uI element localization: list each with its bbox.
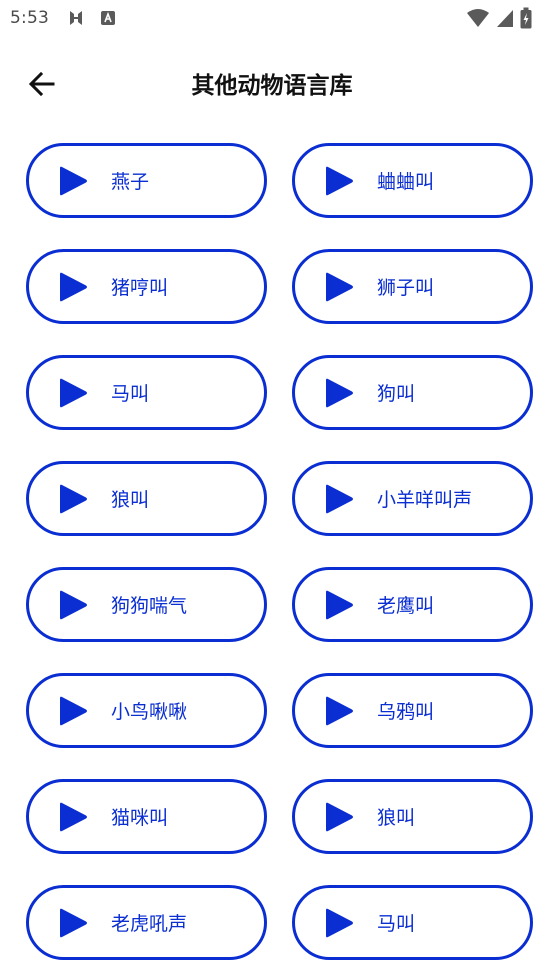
sound-button[interactable]: 老虎吼声: [26, 885, 267, 960]
play-icon: [326, 802, 353, 831]
sound-grid: 燕子 蛐蛐叫猪哼叫 狮子叫马叫 狗叫狼叫 小羊咩叫声狗狗喘气 老鹰叫小鸟啾啾 乌鸦叫猫咪叫 狼…: [26, 143, 533, 960]
status-left-icons: [66, 8, 116, 32]
sound-label: 小羊咩叫声: [377, 489, 473, 511]
sound-label: 狗叫: [377, 383, 416, 405]
play-icon: [326, 908, 353, 937]
sound-label: 老鹰叫: [377, 595, 435, 617]
play-icon: [60, 484, 87, 513]
play-icon: [60, 590, 87, 619]
sound-button[interactable]: 狮子叫: [292, 249, 533, 324]
sound-button[interactable]: 乌鸦叫: [292, 673, 533, 748]
sound-button[interactable]: 狗狗喘气: [26, 567, 267, 642]
play-icon: [60, 802, 87, 831]
sound-label: 马叫: [377, 913, 416, 935]
play-icon: [326, 696, 353, 725]
app-bar: 其他动物语言库: [0, 52, 544, 116]
sound-button[interactable]: 老鹰叫: [292, 567, 533, 642]
sound-label: 蛐蛐叫: [377, 171, 435, 193]
sound-button[interactable]: 小鸟啾啾: [26, 673, 267, 748]
sound-label: 燕子: [111, 171, 150, 193]
status-bar: 5:53: [0, 0, 544, 36]
sound-button[interactable]: 狗叫: [292, 355, 533, 430]
status-right-icons: [466, 7, 532, 33]
wifi-icon: [466, 8, 490, 32]
page-title: 其他动物语言库: [191, 73, 353, 99]
sound-label: 狗狗喘气: [111, 595, 188, 617]
sound-label: 狮子叫: [377, 277, 435, 299]
sound-button[interactable]: 狼叫: [26, 461, 267, 536]
play-icon: [326, 484, 353, 513]
sound-button[interactable]: 狼叫: [292, 779, 533, 854]
sound-button[interactable]: 燕子: [26, 143, 267, 218]
play-icon: [60, 272, 87, 301]
sound-button[interactable]: 小羊咩叫声: [292, 461, 533, 536]
sound-button[interactable]: 马叫: [26, 355, 267, 430]
sound-label: 猫咪叫: [111, 807, 169, 829]
status-time: 5:53: [10, 8, 49, 28]
play-icon: [60, 696, 87, 725]
sound-button[interactable]: 猫咪叫: [26, 779, 267, 854]
play-icon: [60, 166, 87, 195]
sound-label: 马叫: [111, 383, 150, 405]
play-icon: [60, 908, 87, 937]
play-icon: [326, 166, 353, 195]
sound-label: 老虎吼声: [111, 913, 188, 935]
play-icon: [326, 378, 353, 407]
battery-charging-icon: [520, 7, 532, 33]
play-icon: [326, 590, 353, 619]
sound-button[interactable]: 马叫: [292, 885, 533, 960]
sound-label: 猪哼叫: [111, 277, 169, 299]
play-icon: [60, 378, 87, 407]
sound-label: 乌鸦叫: [377, 701, 435, 723]
sound-label: 狼叫: [377, 807, 416, 829]
sync-icon: [66, 8, 86, 32]
sound-button[interactable]: 蛐蛐叫: [292, 143, 533, 218]
sound-label: 小鸟啾啾: [111, 701, 188, 723]
sound-label: 狼叫: [111, 489, 150, 511]
play-icon: [326, 272, 353, 301]
font-a-icon: [100, 10, 116, 30]
signal-icon: [496, 8, 514, 32]
sound-button[interactable]: 猪哼叫: [26, 249, 267, 324]
